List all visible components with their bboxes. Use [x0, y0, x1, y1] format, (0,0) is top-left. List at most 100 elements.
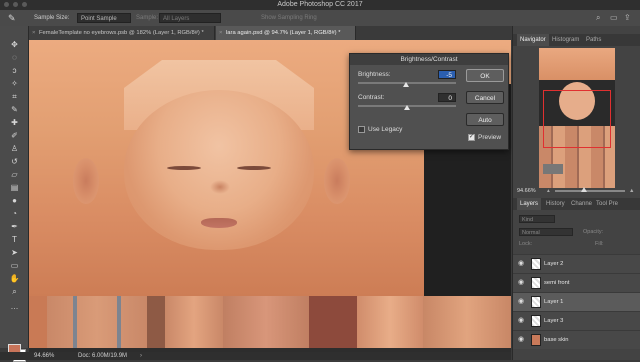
cancel-button[interactable]: Cancel: [466, 91, 504, 104]
move-tool-icon[interactable]: ✥: [9, 40, 20, 50]
brightness-label: Brightness:: [358, 71, 391, 78]
layer-name: Layer 3: [544, 318, 564, 324]
tab-histogram[interactable]: Histogram: [549, 34, 582, 46]
type-tool-icon[interactable]: T: [9, 235, 20, 245]
zoom-out-icon[interactable]: ▴: [547, 186, 550, 196]
tab-layers[interactable]: Layers: [517, 198, 542, 210]
mouth: [201, 218, 237, 228]
tab-femaletemplate[interactable]: × FemaleTemplate no eyebrows.psb @ 182% …: [29, 26, 215, 40]
layer-name: Layer 2: [544, 261, 564, 267]
tab-navigator[interactable]: Navigator: [517, 34, 549, 46]
texture-strip: [29, 296, 47, 348]
visibility-eye-icon[interactable]: ◉: [518, 331, 524, 349]
brightness-slider-thumb[interactable]: [403, 82, 409, 87]
navigator-zoom-value[interactable]: 94.66%: [517, 186, 536, 196]
sample-dropdown[interactable]: All Layers: [159, 13, 221, 23]
texture-strip: [357, 296, 423, 348]
share-icon[interactable]: ⇪: [624, 13, 631, 23]
blend-mode-dropdown[interactable]: Normal: [519, 228, 573, 236]
fill-label: Fill:: [595, 241, 604, 247]
sample-label: Sample:: [136, 15, 159, 21]
eyedropper-tool-icon[interactable]: ✎: [8, 13, 18, 23]
texture-strip: [147, 296, 165, 348]
zoom-level[interactable]: 94.66%: [34, 352, 54, 360]
layer-name: Layer 1: [544, 299, 564, 305]
healing-brush-icon[interactable]: ✚: [9, 118, 20, 128]
navigator-zoom-slider[interactable]: [555, 190, 625, 192]
left-eye: [167, 166, 201, 170]
navigator-zoom-row: 94.66% ▴ ▲: [513, 186, 640, 196]
options-bar: ✎ Sample Size: Point Sample Sample: All …: [0, 10, 640, 26]
right-panels: Navigator Histogram Paths 94.66% ▴ ▲ Lay…: [512, 26, 640, 360]
brush-tool-icon[interactable]: ✐: [9, 131, 20, 141]
title-bar: Adobe Photoshop CC 2017: [0, 0, 640, 10]
right-ear: [324, 158, 350, 204]
texture-strip: [223, 296, 309, 348]
layer-row[interactable]: ◉ base skin: [513, 330, 640, 349]
navigator-view-box[interactable]: [543, 90, 611, 148]
layer-row-selected[interactable]: ◉ Layer 1: [513, 292, 640, 311]
dodge-tool-icon[interactable]: ◔: [9, 209, 20, 219]
crop-tool-icon[interactable]: ⌗: [9, 92, 20, 102]
layer-row[interactable]: ◉ Layer 2: [513, 254, 640, 273]
eyedropper-tool-icon[interactable]: ✎: [9, 105, 20, 115]
history-brush-icon[interactable]: ↺: [9, 157, 20, 167]
layer-name: semi front: [544, 280, 570, 286]
visibility-eye-icon[interactable]: ◉: [518, 293, 524, 311]
sample-size-label: Sample Size:: [34, 15, 70, 21]
brightness-input[interactable]: -5: [438, 70, 456, 79]
navigator-zoom-thumb[interactable]: [581, 187, 587, 192]
contrast-label: Contrast:: [358, 94, 385, 101]
close-tab-icon[interactable]: ×: [219, 26, 222, 40]
lock-label: Lock:: [519, 241, 533, 247]
tab-history[interactable]: History: [543, 198, 568, 210]
tab-label: FemaleTemplate no eyebrows.psb @ 182% (L…: [39, 30, 204, 36]
layer-row[interactable]: ◉ semi front: [513, 273, 640, 292]
tab-channels[interactable]: Channe: [568, 198, 595, 210]
workspace-icon[interactable]: ▭: [610, 13, 618, 23]
path-select-tool-icon[interactable]: ➤: [9, 248, 20, 258]
nose: [210, 180, 230, 194]
tab-paths[interactable]: Paths: [583, 34, 604, 46]
pen-tool-icon[interactable]: ✒: [9, 222, 20, 232]
close-tab-icon[interactable]: ×: [32, 26, 35, 40]
texture-strip: [423, 296, 511, 348]
more-tools-icon[interactable]: …: [9, 302, 20, 312]
marquee-tool-icon[interactable]: ◌: [9, 53, 20, 63]
blur-tool-icon[interactable]: ●: [9, 196, 20, 206]
status-bar: 94.66% Doc: 6.00M/19.9M ›: [0, 352, 511, 360]
shape-tool-icon[interactable]: ▭: [9, 261, 20, 271]
quick-select-tool-icon[interactable]: ✧: [9, 79, 20, 89]
contrast-input[interactable]: 0: [438, 93, 456, 102]
visibility-eye-icon[interactable]: ◉: [518, 274, 524, 292]
clone-stamp-icon[interactable]: ♙: [9, 144, 20, 154]
preview-checkbox[interactable]: [468, 133, 475, 141]
auto-button[interactable]: Auto: [466, 113, 504, 126]
hand-tool-icon[interactable]: ✋: [9, 274, 20, 284]
tab-lara-again[interactable]: × lara again.psd @ 94.7% (Layer 1, RGB/8…: [216, 26, 356, 40]
status-menu-icon[interactable]: ›: [140, 352, 142, 360]
gradient-tool-icon[interactable]: ▤: [9, 183, 20, 193]
contrast-slider-thumb[interactable]: [404, 105, 410, 110]
visibility-eye-icon[interactable]: ◉: [518, 255, 524, 273]
ok-button[interactable]: OK: [466, 69, 504, 82]
layer-kind-filter[interactable]: Kind: [519, 215, 555, 223]
tab-tool-presets[interactable]: Tool Pre: [593, 198, 621, 210]
texture-strip: [165, 296, 223, 348]
texture-strip: [309, 296, 357, 348]
window-title: Adobe Photoshop CC 2017: [277, 1, 363, 8]
visibility-eye-icon[interactable]: ◉: [518, 312, 524, 330]
zoom-tool-icon[interactable]: ⌕: [9, 287, 20, 297]
eraser-tool-icon[interactable]: ▱: [9, 170, 20, 180]
layer-name: base skin: [544, 337, 569, 343]
show-sampling-ring-checkbox[interactable]: Show Sampling Ring: [261, 13, 317, 23]
search-icon[interactable]: ⌕: [596, 13, 600, 23]
texture-strip-torso: [47, 296, 147, 348]
lasso-tool-icon[interactable]: ↄ: [9, 66, 20, 76]
layer-thumbnail: [531, 315, 541, 327]
layer-row[interactable]: ◉ Layer 3: [513, 311, 640, 330]
zoom-in-icon[interactable]: ▲: [629, 186, 634, 196]
use-legacy-checkbox[interactable]: [358, 126, 365, 133]
document-tabs: × FemaleTemplate no eyebrows.psb @ 182% …: [29, 26, 511, 40]
sample-size-dropdown[interactable]: Point Sample: [77, 13, 131, 23]
